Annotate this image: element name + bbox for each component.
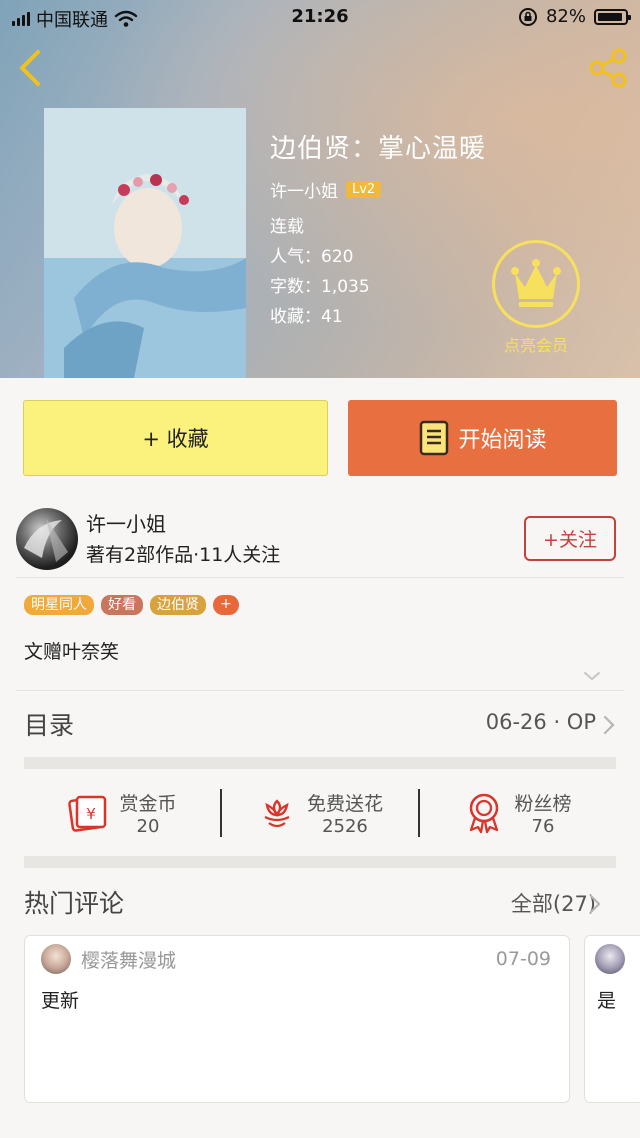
comment-date: 07-09 xyxy=(495,948,551,970)
follow-button[interactable]: +关注 xyxy=(524,516,616,561)
send-flowers-button[interactable]: 免费送花 2526 xyxy=(222,782,418,844)
author-name: 许一小姐 xyxy=(86,512,166,536)
stat-value: 2526 xyxy=(322,816,368,837)
book-author[interactable]: 许一小姐 xyxy=(270,177,338,202)
commenter-avatar[interactable] xyxy=(41,944,71,974)
stat-value: 20 xyxy=(136,816,160,837)
expand-intro-button[interactable] xyxy=(582,668,602,682)
tag-item[interactable]: 明星同人 xyxy=(24,595,94,615)
author-card[interactable]: 许一小姐 著有2部作品·11人关注 +关注 xyxy=(0,500,640,576)
tag-list: 明星同人 好看 边伯贤 + xyxy=(24,595,239,615)
chevron-down-icon xyxy=(584,672,600,681)
status-right: 82% xyxy=(518,6,631,27)
cover-illustration xyxy=(44,108,246,378)
battery-percent: 82% xyxy=(545,6,586,27)
crown-icon xyxy=(511,259,561,307)
medal-icon xyxy=(470,793,499,834)
author-avatar[interactable] xyxy=(16,508,78,570)
flower-icon xyxy=(264,799,290,828)
comment-body: 是 xyxy=(597,990,617,1012)
interaction-stats: ¥ 赏金币 20 免费送花 2526 粉丝榜 76 xyxy=(24,782,616,844)
comment-body: 更新 xyxy=(41,990,80,1012)
commenter-avatar[interactable] xyxy=(595,944,625,974)
book-title: 边伯贤：掌心温暖 xyxy=(270,134,487,164)
divider xyxy=(16,690,624,691)
add-tag-button[interactable]: + xyxy=(213,595,239,615)
stat-label: 赏金币 xyxy=(119,793,177,815)
red-envelope-icon: ¥ xyxy=(68,795,107,832)
all-comments-link[interactable]: 全部(27) xyxy=(511,888,596,918)
tag-item[interactable]: 好看 xyxy=(101,595,143,615)
vip-label: 点亮会员 xyxy=(503,336,568,355)
rotation-lock-icon xyxy=(518,7,537,26)
vip-badge xyxy=(492,240,580,328)
avatar-image xyxy=(24,518,68,562)
author-stats: 著有2部作品·11人关注 xyxy=(86,544,281,566)
section-separator xyxy=(24,856,616,868)
reward-coins-button[interactable]: ¥ 赏金币 20 xyxy=(24,782,220,844)
commenter-name[interactable]: 樱落舞漫城 xyxy=(81,946,176,973)
book-popularity: 人气：620 xyxy=(270,247,354,267)
chevron-right-icon xyxy=(603,715,615,735)
toc-title: 目录 xyxy=(24,711,75,740)
book-cover[interactable] xyxy=(44,108,246,378)
level-badge: Lv2 xyxy=(346,181,382,198)
toc-latest-chapter: 06-26 · OP xyxy=(485,710,596,734)
stat-value: 76 xyxy=(531,816,555,837)
table-of-contents-row[interactable]: 目录 06-26 · OP xyxy=(24,700,616,752)
tag-item[interactable]: 边伯贤 xyxy=(150,595,206,615)
divider xyxy=(16,577,624,578)
hot-comments-title: 热门评论 xyxy=(24,889,125,918)
book-favorites: 收藏：41 xyxy=(270,307,343,327)
section-separator xyxy=(24,757,616,769)
status-bar: 中国联通 21:26 82% xyxy=(0,0,640,34)
book-info: 边伯贤：掌心温暖 许一小姐 Lv2 连载 人气：620 字数：1,035 收藏：… xyxy=(270,128,486,332)
stat-label: 粉丝榜 xyxy=(514,793,572,815)
comment-card[interactable]: 是 xyxy=(584,935,640,1103)
vip-button[interactable]: 点亮会员 xyxy=(490,240,582,356)
collect-button[interactable]: + 收藏 xyxy=(23,400,328,476)
share-icon xyxy=(589,48,627,88)
fan-ranking-button[interactable]: 粉丝榜 76 xyxy=(420,782,616,844)
book-author-row: 许一小姐 Lv2 xyxy=(270,177,486,202)
book-intro: 文赠叶奈笑 xyxy=(24,641,120,663)
start-reading-button[interactable]: 开始阅读 xyxy=(348,400,617,476)
share-button[interactable] xyxy=(586,46,630,90)
comment-card[interactable]: 樱落舞漫城 07-09 更新 xyxy=(24,935,570,1103)
chevron-right-icon xyxy=(589,894,601,914)
book-word-count: 字数：1,035 xyxy=(270,277,370,297)
svg-text:¥: ¥ xyxy=(87,805,97,823)
start-reading-label: 开始阅读 xyxy=(458,428,547,453)
back-button[interactable] xyxy=(12,48,48,88)
battery-icon xyxy=(594,8,631,25)
chevron-left-icon xyxy=(20,50,40,86)
book-status: 连载 xyxy=(270,217,304,237)
stat-label: 免费送花 xyxy=(306,793,383,815)
book-icon xyxy=(420,420,449,456)
